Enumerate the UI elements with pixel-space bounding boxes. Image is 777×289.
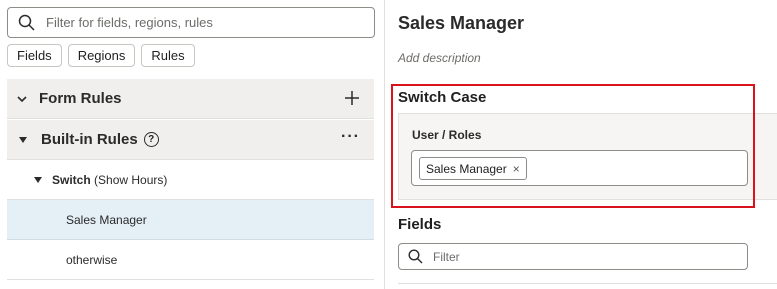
highlight-box [391,84,755,208]
add-icon[interactable] [344,90,360,106]
filter-chips: Fields Regions Rules [7,44,195,67]
fields-filter-box[interactable] [398,243,748,270]
fields-heading: Fields [398,216,442,233]
divider [398,283,777,284]
switch-name: Switch [52,172,91,187]
search-icon [18,14,35,31]
caret-down-icon[interactable] [19,136,27,143]
case-label: otherwise [66,252,118,267]
tree-item-sales-manager[interactable]: Sales Manager [7,200,374,240]
case-label: Sales Manager [66,212,147,227]
tree-item-switch[interactable]: Switch (Show Hours) [7,160,374,200]
help-icon[interactable]: ? [143,132,159,147]
description-field[interactable]: Add description [398,51,481,65]
page-title: Sales Manager [398,13,525,33]
chip-rules[interactable]: Rules [141,44,195,67]
switch-label: Switch (Show Hours) [52,173,167,187]
form-rules-label: Form Rules [39,90,122,107]
left-panel: Fields Regions Rules Form Rules Built-in… [0,0,385,289]
builtin-rules-header[interactable]: Built-in Rules ? ··· [7,120,374,160]
search-box[interactable] [7,7,375,38]
chip-fields[interactable]: Fields [7,44,62,67]
search-input[interactable] [46,15,366,30]
builtin-rules-label: Built-in Rules [41,131,138,148]
search-icon [408,249,423,264]
chevron-down-icon[interactable] [16,93,28,105]
caret-down-icon[interactable] [34,176,42,183]
chip-regions[interactable]: Regions [67,44,136,67]
tree-item-otherwise[interactable]: otherwise [7,240,374,280]
right-panel: Sales Manager Add description Switch Cas… [386,0,777,289]
fields-filter-input[interactable] [433,249,733,264]
more-options-icon[interactable]: ··· [341,129,360,145]
form-rules-header[interactable]: Form Rules [7,79,374,119]
switch-detail: (Show Hours) [94,172,168,187]
